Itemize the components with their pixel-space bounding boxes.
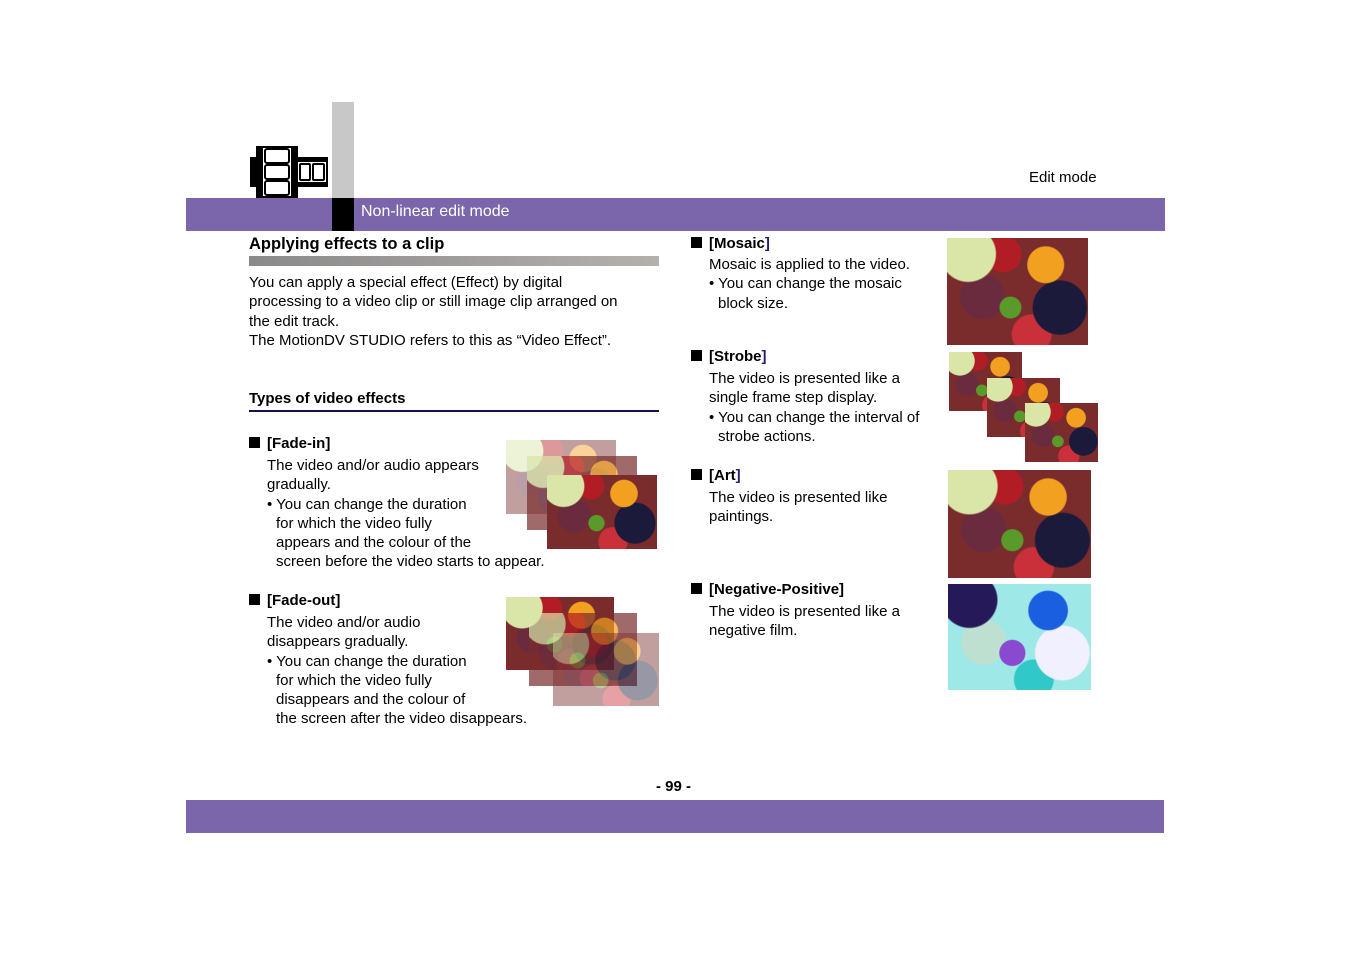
square-bullet-icon: [691, 237, 702, 248]
art-preview: [948, 470, 1091, 578]
section-title: Non-linear edit mode: [361, 203, 510, 220]
chapter-label: Edit mode: [1029, 169, 1097, 186]
page-heading: Applying effects to a clip: [249, 235, 445, 253]
subheading-rule: [249, 410, 659, 412]
effect-mosaic: [Mosaic] Mosaic is applied to the video.…: [691, 235, 910, 313]
intro-line: processing to a video clip or still imag…: [249, 293, 618, 311]
film-strip-icon: [250, 146, 328, 198]
page-number: - 99 -: [656, 778, 692, 795]
effect-title: [Negative-Positive]: [691, 581, 900, 598]
intro-line: The MotionDV STUDIO refers to this as “V…: [249, 331, 612, 349]
effect-fade-out: [Fade-out] The video and/or audio disapp…: [249, 592, 527, 729]
square-bullet-icon: [691, 350, 702, 361]
effect-strobe: [Strobe] The video is presented like a s…: [691, 348, 919, 446]
intro-line: You can apply a special effect (Effect) …: [249, 274, 563, 291]
effect-title: [Strobe]: [691, 348, 919, 365]
header-gray-tab: [332, 102, 354, 198]
heading-underline-bar: [249, 256, 659, 266]
effect-negative-positive: [Negative-Positive] The video is present…: [691, 581, 900, 641]
footer-bar: [186, 800, 1164, 833]
effect-title: [Mosaic]: [691, 235, 910, 252]
effect-title: [Fade-out]: [249, 592, 527, 609]
effect-fade-in: [Fade-in] The video and/or audio appears…: [249, 435, 545, 572]
square-bullet-icon: [249, 437, 260, 448]
header-black-tab: [332, 198, 354, 231]
mosaic-preview: [947, 238, 1088, 345]
square-bullet-icon: [691, 583, 702, 594]
square-bullet-icon: [691, 469, 702, 480]
intro-line: the edit track.: [249, 312, 340, 330]
negative-positive-preview: [948, 584, 1091, 690]
effect-title: [Fade-in]: [249, 435, 545, 452]
effect-art: [Art] The video is presented like painti…: [691, 467, 887, 527]
square-bullet-icon: [249, 594, 260, 605]
subheading: Types of video effects: [249, 390, 406, 407]
effect-title: [Art]: [691, 467, 887, 484]
intro-paragraph: You can apply a special effect (Effect) …: [249, 273, 669, 350]
